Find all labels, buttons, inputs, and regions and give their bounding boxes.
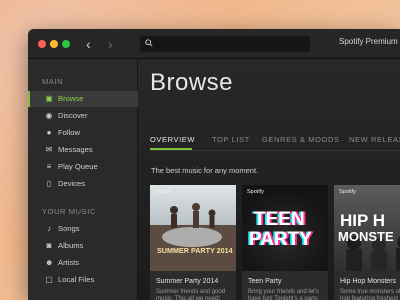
tab-new-releases[interactable]: NEW RELEASES — [349, 135, 400, 144]
sidebar-item-label: Discover — [58, 111, 88, 120]
playlist-card-teen-party[interactable]: Spotify TEEN PARTY Teen Party Bring your… — [242, 185, 328, 300]
sidebar-section-your-music: YOUR MUSIC — [42, 207, 96, 216]
sidebar-item-albums[interactable]: ◙ Albums — [28, 238, 138, 254]
playlist-description: Bring your friends and let's have fun! T… — [248, 289, 319, 300]
music-note-icon: ♪ — [47, 224, 51, 233]
sidebar: MAIN ▣ Browse ◉ Discover ● Follow ✉ Mess… — [28, 59, 138, 300]
playlist-cover: Spotify TEEN PARTY — [242, 185, 328, 271]
tab-divider — [150, 150, 400, 151]
sidebar-item-devices[interactable]: ▯ Devices — [28, 176, 138, 192]
sidebar-item-artists[interactable]: ☻ Artists — [28, 255, 138, 271]
cover-text-line-1: HIP H — [340, 211, 386, 230]
zoom-window-button[interactable] — [62, 40, 70, 48]
search-icon — [145, 39, 153, 47]
cover-text-line-2: MONSTE — [338, 229, 394, 244]
summer-party-photo — [150, 203, 236, 271]
sidebar-item-local-files[interactable]: ▢ Local Files — [28, 272, 138, 288]
section-tagline: The best music for any moment. — [151, 166, 259, 175]
artists-icon: ☻ — [45, 258, 54, 267]
playlist-title: Summer Party 2014 — [156, 278, 219, 285]
album-icon: ◙ — [46, 241, 52, 250]
spotify-logo-tag: Spotify — [339, 189, 356, 195]
playlist-card-summer-party[interactable]: Spotify SUMMER PARTY 2014 Summer Party 2… — [150, 185, 236, 300]
sidebar-item-label: Browse — [58, 94, 84, 103]
sidebar-item-label: Artists — [58, 258, 80, 267]
minimize-window-button[interactable] — [50, 40, 58, 48]
playlist-title: Hip Hop Monsters — [340, 278, 397, 285]
sidebar-item-label: Messages — [58, 145, 93, 154]
playlist-cover: Spotify HIP H MONSTE — [334, 185, 400, 271]
sidebar-section-main: MAIN — [42, 77, 64, 86]
discover-icon: ◉ — [45, 111, 53, 120]
playlist-cover: Spotify SUMMER PARTY 2014 — [150, 185, 236, 271]
playlist-description: Summer friends and good music. This all … — [156, 289, 226, 300]
sidebar-item-label: Devices — [58, 179, 86, 188]
sidebar-item-label: Local Files — [58, 275, 95, 284]
page-title: Browse — [150, 69, 234, 96]
cover-text-line-2: PARTY — [249, 229, 312, 250]
sidebar-item-label: Play Queue — [58, 162, 98, 171]
devices-icon: ▯ — [46, 179, 52, 188]
sidebar-item-songs[interactable]: ♪ Songs — [28, 221, 138, 237]
sidebar-item-follow[interactable]: ● Follow — [28, 125, 138, 141]
tab-top-list[interactable]: TOP LIST — [212, 135, 250, 144]
sidebar-item-messages[interactable]: ✉ Messages — [28, 142, 138, 158]
forward-arrow-icon[interactable]: › — [108, 35, 113, 53]
search-input[interactable] — [140, 36, 310, 52]
tab-genres-moods[interactable]: GENRES & MOODS — [262, 135, 340, 144]
follow-icon: ● — [46, 128, 52, 137]
sidebar-item-label: Songs — [58, 224, 80, 233]
messages-icon: ✉ — [45, 145, 53, 154]
sidebar-item-label: Albums — [58, 241, 84, 250]
playlist-card-hip-hop-monsters[interactable]: Spotify HIP H MONSTE Hip Hop Monsters So… — [334, 185, 400, 300]
spotify-logo-tag: Spotify — [155, 189, 172, 195]
sidebar-item-browse[interactable]: ▣ Browse — [28, 91, 138, 107]
premium-label[interactable]: Spotify Premium — [339, 37, 398, 46]
main-content: Browse OVERVIEW TOP LIST GENRES & MOODS … — [138, 59, 400, 300]
sidebar-item-play-queue[interactable]: ≡ Play Queue — [28, 159, 138, 175]
app-window: ‹ › Spotify Premium MAIN ▣ Browse ◉ Disc… — [28, 29, 400, 300]
active-indicator — [28, 91, 30, 107]
cover-text: SUMMER PARTY 2014 — [157, 246, 233, 255]
local-files-icon: ▢ — [45, 275, 53, 284]
playlist-description: Some true monsters of hip hop featuring … — [340, 289, 400, 300]
tab-overview[interactable]: OVERVIEW — [150, 135, 195, 144]
cover-text-line-1: TEEN — [254, 209, 305, 230]
spotify-logo-tag: Spotify — [247, 189, 264, 195]
titlebar: ‹ › Spotify Premium — [28, 29, 400, 59]
back-arrow-icon[interactable]: ‹ — [86, 35, 91, 53]
playlist-title: Teen Party — [248, 278, 282, 285]
close-window-button[interactable] — [38, 40, 46, 48]
queue-icon: ≡ — [46, 162, 52, 171]
sidebar-item-label: Follow — [58, 128, 80, 137]
sidebar-item-discover[interactable]: ◉ Discover — [28, 108, 138, 124]
browse-icon: ▣ — [45, 94, 53, 103]
